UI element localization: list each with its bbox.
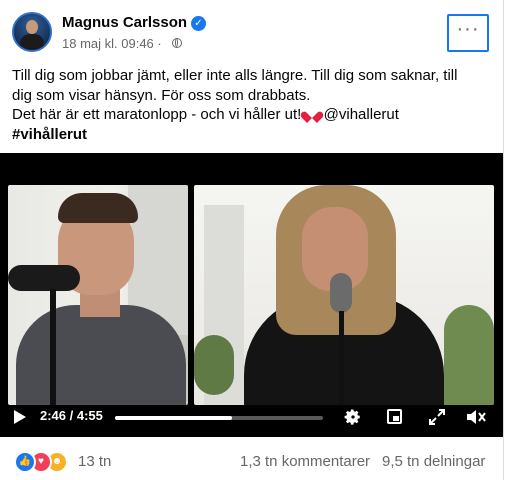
globe-icon[interactable] <box>172 38 182 48</box>
verified-badge-icon: ✓ <box>191 16 206 31</box>
plant-right <box>444 305 494 405</box>
author-name[interactable]: Magnus Carlsson <box>62 14 187 31</box>
video-player[interactable]: 2:46 / 4:55 <box>0 153 503 437</box>
mention-link[interactable]: @vihallerut <box>324 106 399 123</box>
more-options-button[interactable]: ··· <box>447 14 489 52</box>
post-text-line-3: Det här är ett maratonlopp - och vi håll… <box>12 105 492 125</box>
author-avatar[interactable] <box>12 12 52 52</box>
current-time: 2:46 <box>40 408 67 423</box>
share-count[interactable]: 9,5 tn delningar <box>382 453 485 470</box>
reaction-icons[interactable]: 👍 ♥ ☻ <box>14 451 74 473</box>
post-text-line: dig som visar hänsyn. För oss som drabba… <box>12 86 311 104</box>
singer-shirt <box>16 305 186 405</box>
microphone-stand <box>50 289 56 405</box>
post-timestamp[interactable]: 18 maj kl. 09:46 · <box>62 36 162 51</box>
reaction-count[interactable]: 13 tn <box>78 453 111 470</box>
microphone <box>8 265 80 291</box>
more-options-icon: ··· <box>456 18 480 40</box>
gear-icon[interactable] <box>344 408 362 426</box>
card-border <box>503 0 504 480</box>
play-icon[interactable] <box>14 410 26 424</box>
plant <box>194 335 234 395</box>
picture-in-picture-icon[interactable] <box>387 409 402 424</box>
video-panel-right <box>194 185 494 405</box>
hashtag-link[interactable]: #vihållerut <box>12 125 492 145</box>
post-body: Till dig som jobbar jämt, eller inte all… <box>12 66 492 144</box>
duration: 4:55 <box>76 408 103 423</box>
video-controls: 2:46 / 4:55 <box>0 400 503 436</box>
comment-count[interactable]: 1,3 tn kommentarer <box>240 453 370 470</box>
microphone-stand <box>339 311 344 405</box>
progress-track[interactable] <box>115 416 323 420</box>
post-card: Magnus Carlsson ✓ 18 maj kl. 09:46 · ···… <box>0 0 506 480</box>
avatar-figure-head <box>26 20 38 34</box>
like-icon: 👍 <box>14 451 36 473</box>
microphone <box>330 273 352 313</box>
singer-hair <box>58 193 138 223</box>
fullscreen-icon[interactable] <box>428 408 446 426</box>
mute-icon[interactable] <box>465 408 487 426</box>
post-text-line: Till dig som jobbar jämt, eller inte all… <box>12 67 458 84</box>
post-text-line: Det här är ett maratonlopp - och vi håll… <box>12 106 302 123</box>
video-time: 2:46 / 4:55 <box>40 408 103 423</box>
progress-fill <box>115 416 232 420</box>
video-panel-left <box>8 185 188 405</box>
avatar-figure-body <box>20 34 44 50</box>
heart-icon <box>305 107 319 120</box>
time-separator: / <box>66 408 77 423</box>
